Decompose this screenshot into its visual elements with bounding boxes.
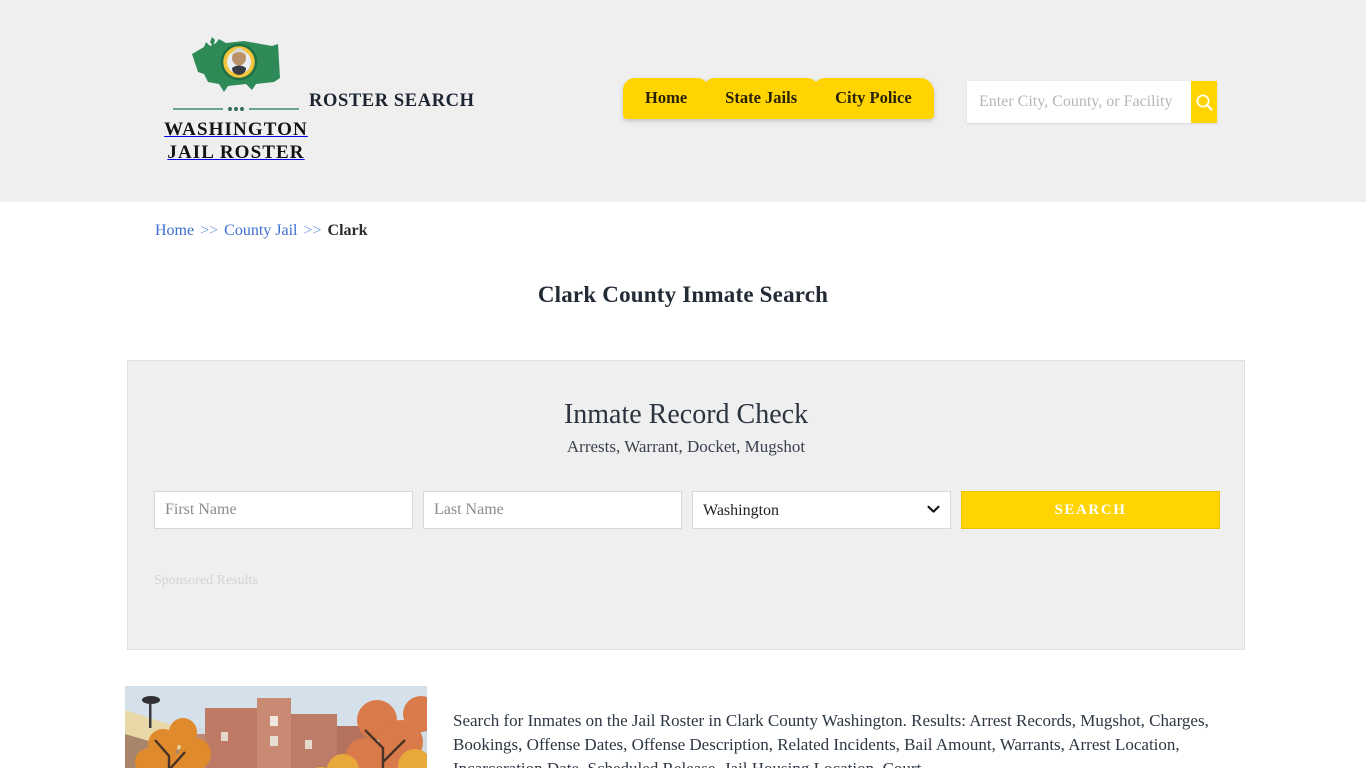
inmate-record-check-card: Inmate Record Check Arrests, Warrant, Do… [127, 360, 1245, 650]
page-title: Clark County Inmate Search [537, 282, 829, 307]
first-name-input[interactable] [154, 491, 413, 529]
page-description: Search for Inmates on the Jail Roster in… [453, 711, 1209, 768]
site-logo-text: WASHINGTON JAIL ROSTER [164, 119, 308, 163]
search-submit-button[interactable]: SEARCH [961, 491, 1220, 529]
search-icon [1196, 94, 1213, 111]
breadcrumb-item-home[interactable]: Home [155, 222, 194, 239]
record-check-subtitle: Arrests, Warrant, Docket, Mugshot [566, 437, 806, 456]
main-navigation: Home State Jails City Police [623, 78, 934, 119]
nav-item-home[interactable]: Home [623, 78, 710, 119]
site-logo[interactable]: WASHINGTON JAIL ROSTER [151, 34, 321, 164]
breadcrumb-item-county-jail[interactable]: County Jail [224, 222, 297, 239]
facility-photo [125, 686, 427, 768]
state-select-wrapper: Washington [692, 491, 951, 529]
inmate-search-form: Washington SEARCH [154, 491, 1244, 529]
header-search-input[interactable] [967, 81, 1191, 123]
sponsored-results-label: Sponsored Results [154, 573, 258, 588]
breadcrumb-separator: >> [200, 222, 219, 239]
header-search-button[interactable] [1191, 81, 1217, 123]
jail-building-photo-image [125, 686, 427, 768]
decorative-divider-icon [173, 107, 299, 111]
nav-item-city-police[interactable]: City Police [813, 78, 934, 119]
state-select[interactable]: Washington [692, 491, 951, 529]
breadcrumb-separator: >> [303, 222, 322, 239]
breadcrumb: Home >> County Jail >> Clark [123, 202, 1243, 240]
nav-item-state-jails[interactable]: State Jails [703, 78, 820, 119]
site-header: WASHINGTON JAIL ROSTER ROSTER SEARCH Hom… [0, 0, 1366, 202]
header-search-box [967, 81, 1217, 123]
breadcrumb-item-current: Clark [327, 222, 368, 239]
record-check-title: Inmate Record Check [563, 399, 809, 430]
last-name-input[interactable] [423, 491, 682, 529]
page-body: Home >> County Jail >> Clark Clark County In… [123, 202, 1245, 768]
site-tagline: ROSTER SEARCH [309, 91, 475, 111]
washington-state-seal-icon [192, 37, 280, 92]
content-row: Search for Inmates on the Jail Roster in… [125, 686, 1243, 768]
